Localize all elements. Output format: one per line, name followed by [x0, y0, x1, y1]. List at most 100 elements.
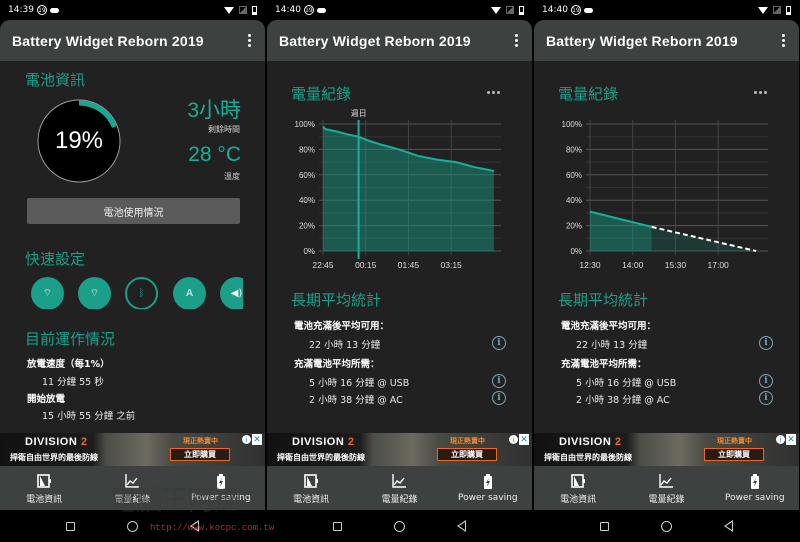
ad-close-icon[interactable]: ✕: [519, 434, 529, 445]
quick-settings-row: ⌔ ⌔ ᛒ A ◀): [31, 277, 243, 309]
home-button[interactable]: [127, 520, 138, 532]
avail-label: 電池充滿後平均可用：: [561, 321, 657, 332]
charge-usb-value: 5 小時 16 分鐘 @ USB: [576, 378, 677, 389]
ad-slogan: 捍衛自由世界的最後防線: [10, 453, 98, 462]
app-title: Battery Widget Reborn 2019: [546, 32, 738, 49]
ad-close-icon[interactable]: ✕: [252, 434, 262, 445]
nav-battery-info[interactable]: 電池資訊: [267, 466, 355, 510]
nav-battery-info[interactable]: 電池資訊: [0, 466, 88, 510]
nav-label: 電池資訊: [26, 494, 63, 505]
status-bar: 14:40 19: [267, 0, 532, 20]
toggle-bluetooth[interactable]: ᛒ: [125, 277, 158, 309]
ad-close-icon[interactable]: ✕: [786, 434, 796, 445]
phone-screen-history-prediction: 14:40 19 Battery Widget Reborn 2019 電量紀錄 …: [534, 0, 799, 542]
toggle-wifi[interactable]: ⌔: [31, 277, 64, 309]
recents-button[interactable]: [333, 521, 342, 531]
overflow-menu-icon[interactable]: [513, 32, 520, 49]
y-tick-label: 0%: [570, 247, 582, 256]
y-tick-label: 80%: [299, 145, 315, 154]
signal-icon: [239, 6, 247, 14]
nav-battery-history[interactable]: 電量紀錄: [355, 466, 443, 510]
charge-ac-value: 2 小時 38 分鐘 @ AC: [309, 395, 403, 406]
back-button[interactable]: [190, 520, 199, 532]
ad-sale-text: 現正熱賣中: [717, 437, 752, 445]
ad-logo: DIVISION 2: [559, 436, 622, 448]
info-icon[interactable]: i: [759, 336, 773, 350]
x-tick-label: 00:15: [355, 260, 377, 270]
info-icon[interactable]: i: [759, 374, 773, 388]
power-saving-icon: [750, 473, 760, 491]
nav-battery-info[interactable]: 電池資訊: [534, 466, 622, 510]
wifi-hotspot-icon: ⌔: [89, 288, 100, 299]
chart-more-icon[interactable]: [754, 91, 767, 94]
info-icon[interactable]: i: [492, 391, 506, 405]
y-tick-label: 40%: [299, 196, 315, 205]
ad-banner[interactable]: DIVISION 2 捍衛自由世界的最後防線 現正熱賣中 立即購買 i ✕: [267, 433, 532, 466]
battery-history-chart: 22:45 00:15 01:45 03:15 100% 80% 60% 40% 20% 0% 週日: [295, 109, 501, 270]
toggle-volume[interactable]: ◀): [220, 277, 243, 309]
y-tick-label: 80%: [566, 145, 582, 154]
volume-icon: ◀): [230, 288, 243, 299]
overflow-menu-icon[interactable]: [780, 32, 787, 49]
ad-logo: DIVISION 2: [292, 436, 355, 448]
discharge-start-label: 開始放電: [27, 394, 66, 405]
ad-info-icon[interactable]: i: [509, 435, 518, 444]
discharge-start-value: 15 小時 55 分鐘 之前: [42, 411, 136, 422]
back-button[interactable]: [457, 520, 466, 532]
bluetooth-icon: ᛒ: [138, 288, 145, 299]
nav-power-saving[interactable]: Power saving: [177, 466, 265, 510]
wifi-status-icon: [758, 6, 768, 14]
avail-value: 22 小時 13 分鐘: [576, 340, 648, 351]
battery-usage-button[interactable]: 電池使用情況: [27, 198, 240, 224]
home-button[interactable]: [394, 520, 405, 532]
back-button[interactable]: [724, 520, 733, 532]
y-tick-label: 60%: [299, 171, 315, 180]
nav-battery-history[interactable]: 電量紀錄: [88, 466, 176, 510]
x-tick-label: 01:45: [398, 260, 420, 270]
nav-power-saving[interactable]: Power saving: [444, 466, 532, 510]
section-title-current-status: 目前運作情況: [25, 330, 116, 348]
bottom-navigation: 電池資訊 電量紀錄 Power saving: [0, 466, 265, 510]
phone-screen-history-past: 14:40 19 Battery Widget Reborn 2019 電量紀錄 …: [267, 0, 532, 542]
remaining-time-label: 剩餘時間: [208, 125, 240, 134]
ad-buy-button[interactable]: 立即購買: [704, 448, 764, 461]
temperature-value: 28 °C: [188, 143, 241, 166]
info-icon[interactable]: i: [492, 374, 506, 388]
toggle-auto-brightness[interactable]: A: [173, 277, 206, 309]
info-icon[interactable]: i: [492, 336, 506, 350]
battery-info-icon: [570, 472, 586, 490]
x-tick-label: 12:30: [579, 260, 601, 270]
notification-badge-icon: 19: [303, 5, 314, 15]
home-button[interactable]: [661, 520, 672, 532]
info-icon[interactable]: i: [759, 391, 773, 405]
ad-banner[interactable]: DIVISION 2 捍衛自由世界的最後防線 現正熱賣中 立即購買 i ✕: [534, 433, 799, 466]
app-bar: Battery Widget Reborn 2019: [0, 20, 265, 61]
ad-info-icon[interactable]: i: [776, 435, 785, 444]
chart-more-icon[interactable]: [487, 91, 500, 94]
nav-battery-history[interactable]: 電量紀錄: [622, 466, 710, 510]
ad-buy-button[interactable]: 立即購買: [437, 448, 497, 461]
power-saving-icon: [216, 473, 226, 491]
toggle-hotspot[interactable]: ⌔: [78, 277, 111, 309]
recents-button[interactable]: [66, 521, 75, 531]
recents-button[interactable]: [600, 521, 609, 531]
screenshot-collage: 14:39 19 Battery Widget Reborn 2019 電池資訊 …: [0, 0, 800, 542]
nav-label: Power saving: [191, 493, 251, 503]
charge-label: 充滿電池平均所需：: [561, 359, 647, 370]
overflow-menu-icon[interactable]: [246, 32, 253, 49]
battery-status-icon: [252, 5, 257, 15]
signal-icon: [506, 6, 514, 14]
system-navigation-bar: [534, 510, 799, 542]
app-title: Battery Widget Reborn 2019: [279, 32, 471, 49]
bottom-navigation: 電池資訊 電量紀錄 Power saving: [534, 466, 799, 510]
battery-history-content: 電量紀錄 12:30 14:00 15:30 17:00 100% 80% 60% 40% 20…: [534, 61, 799, 433]
section-title-quick-settings: 快速設定: [25, 250, 86, 268]
app-bar: Battery Widget Reborn 2019: [267, 20, 532, 61]
ad-info-icon[interactable]: i: [242, 435, 251, 444]
ad-buy-button[interactable]: 立即購買: [170, 448, 230, 461]
battery-history-content: 電量紀錄 22:45 00:15 01:45 03:15 100% 80% 60% 40% 20…: [267, 61, 532, 433]
y-tick-label: 100%: [562, 120, 582, 129]
nav-power-saving[interactable]: Power saving: [711, 466, 799, 510]
status-time: 14:40: [542, 5, 568, 15]
ad-banner[interactable]: DIVISION 2 捍衛自由世界的最後防線 現正熱賣中 立即購買 i ✕: [0, 433, 265, 466]
